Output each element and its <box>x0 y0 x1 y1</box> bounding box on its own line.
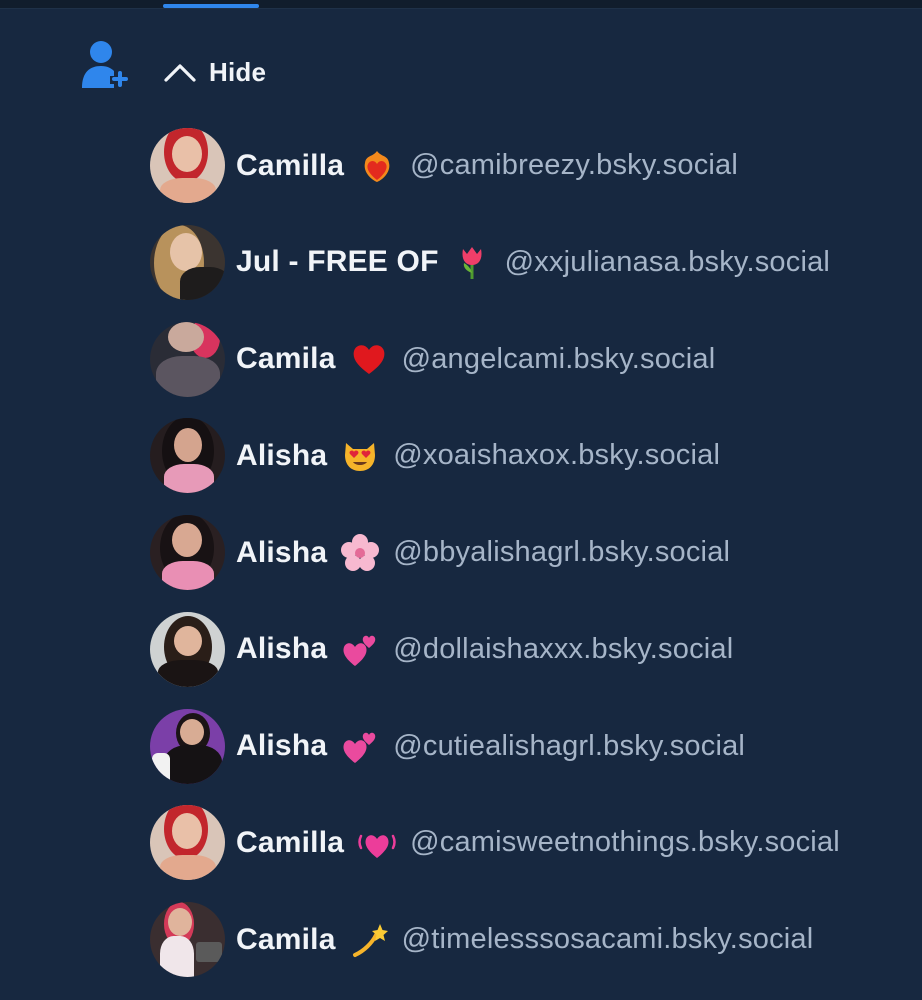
user-handle: @xxjulianasa.bsky.social <box>504 245 831 278</box>
display-name: Alisha <box>236 438 328 472</box>
display-name: Alisha <box>236 632 328 666</box>
user-handle: @dollaishaxxx.bsky.social <box>393 632 734 665</box>
display-name: Alisha <box>236 729 328 762</box>
two-hearts-icon <box>341 727 379 765</box>
user-handle: @camibreezy.bsky.social <box>410 149 739 181</box>
avatar <box>150 805 225 881</box>
heart-eyes-cat-icon <box>341 437 379 475</box>
display-name: Alisha <box>236 535 328 569</box>
red-heart-icon <box>350 340 388 378</box>
user-handle: @timelesssosacami.bsky.social <box>401 923 814 955</box>
hide-label: Hide <box>209 56 267 87</box>
avatar <box>150 224 225 300</box>
cherry-blossom-icon <box>341 533 380 572</box>
display-name: Camilla <box>236 148 345 182</box>
list-item[interactable]: Alisha @bbyalishagrl.bsky.social <box>150 515 922 612</box>
list-item[interactable]: Camilla @camibreezy.bsky.social <box>150 128 922 225</box>
chevron-up-icon <box>164 64 196 82</box>
active-tab-indicator <box>163 4 259 8</box>
user-handle: @xoaishaxox.bsky.social <box>393 439 721 472</box>
beating-heart-icon <box>358 824 396 862</box>
hide-suggestions-button[interactable]: Hide <box>163 54 266 90</box>
avatar <box>150 321 225 397</box>
avatar <box>150 708 225 784</box>
user-handle: @bbyalishagrl.bsky.social <box>393 536 731 568</box>
user-handle: @cutiealishagrl.bsky.social <box>393 729 746 762</box>
dizzy-icon <box>350 921 388 959</box>
suggested-follows-list: Camilla @camibreezy.bsky.social Jul - FR… <box>150 128 922 999</box>
user-handle: @camisweetnothings.bsky.social <box>410 826 840 859</box>
avatar <box>150 902 225 977</box>
list-item[interactable]: Camila @timelesssosacami.bsky.social <box>150 902 922 999</box>
tulip-icon <box>453 243 491 281</box>
display-name: Jul - FREE OF <box>236 245 439 279</box>
top-tab-bar <box>0 0 922 9</box>
list-item[interactable]: Alisha @cutiealishagrl.bsky.social <box>150 708 922 806</box>
two-hearts-icon <box>341 630 379 668</box>
list-item[interactable]: Camilla @camisweetnothings.bsky.social <box>150 805 922 902</box>
display-name: Camila <box>236 342 336 375</box>
list-item[interactable]: Alisha @dollaishaxxx.bsky.social <box>150 611 922 709</box>
display-name: Camila <box>236 922 336 956</box>
list-item[interactable]: Alisha @xoaishaxox.bsky.social <box>150 418 922 515</box>
display-name: Camilla <box>236 825 345 859</box>
avatar <box>150 128 225 203</box>
person-add-icon <box>80 38 130 90</box>
list-item[interactable]: Camila @angelcami.bsky.social <box>150 321 922 419</box>
avatar <box>150 515 225 590</box>
avatar <box>150 418 225 494</box>
user-handle: @angelcami.bsky.social <box>401 342 716 375</box>
list-item[interactable]: Jul - FREE OF @xxjulianasa.bsky.social <box>150 224 922 322</box>
heart-on-fire-icon <box>358 147 396 185</box>
avatar <box>150 611 225 687</box>
